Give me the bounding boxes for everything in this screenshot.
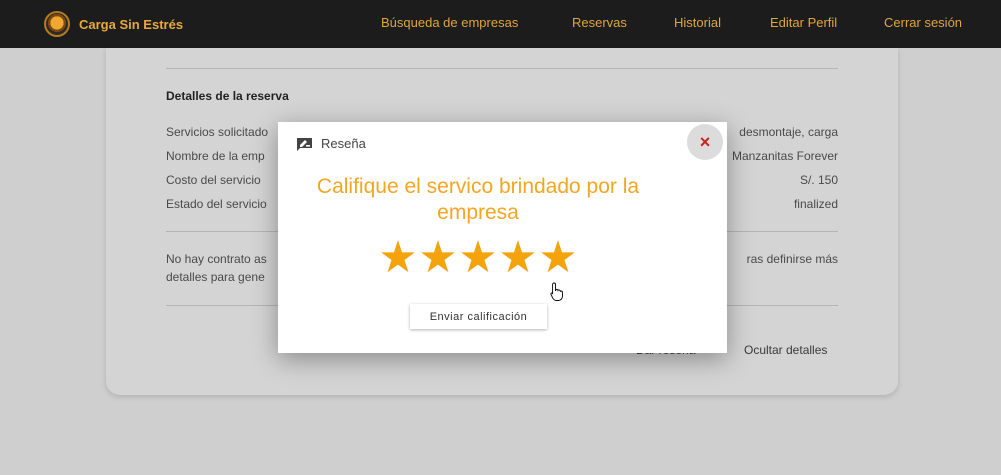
detail-value-costo: S/. 150 bbox=[799, 173, 838, 187]
hand-cursor-icon bbox=[550, 282, 563, 301]
section-title: Detalles de la reserva bbox=[166, 89, 289, 103]
star-rating[interactable]: ★ ★ ★ ★ ★ bbox=[378, 236, 578, 280]
nav-link-reservas[interactable]: Reservas bbox=[572, 15, 627, 30]
detail-label-costo: Costo del servicio bbox=[166, 173, 261, 187]
detail-label-empresa: Nombre de la emp bbox=[166, 149, 265, 163]
star-icon-2[interactable]: ★ bbox=[418, 236, 458, 280]
nav-link-busqueda[interactable]: Búsqueda de empresas bbox=[381, 15, 518, 30]
contract-note-line2: detalles para gene bbox=[166, 270, 265, 284]
star-icon-1[interactable]: ★ bbox=[378, 236, 418, 280]
contract-note-start: No hay contrato as bbox=[166, 252, 267, 266]
contract-note-end: ras definirse más bbox=[746, 252, 838, 266]
nav-link-editar-perfil[interactable]: Editar Perfil bbox=[770, 15, 837, 30]
brand-name: Carga Sin Estrés bbox=[79, 16, 184, 32]
nav-link-historial[interactable]: Historial bbox=[674, 15, 721, 30]
star-icon-3[interactable]: ★ bbox=[458, 236, 498, 280]
detail-value-servicios: desmontaje, carga bbox=[739, 125, 838, 139]
close-icon: × bbox=[699, 131, 711, 152]
star-icon-4[interactable]: ★ bbox=[498, 236, 538, 280]
modal-title: Reseña bbox=[321, 136, 366, 151]
submit-rating-button[interactable]: Enviar calificación bbox=[410, 304, 547, 329]
hide-details-button[interactable]: Ocultar detalles bbox=[744, 343, 827, 357]
review-modal: Reseña × Califique el servico brindado p… bbox=[278, 122, 727, 353]
rate-review-icon bbox=[297, 137, 312, 151]
star-icon-5[interactable]: ★ bbox=[538, 236, 578, 280]
detail-label-estado: Estado del servicio bbox=[166, 197, 267, 211]
detail-label-servicios: Servicios solicitado bbox=[166, 125, 269, 139]
nav-link-cerrar-sesion[interactable]: Cerrar sesión bbox=[884, 15, 962, 30]
logo-icon bbox=[44, 11, 70, 37]
top-navbar: Carga Sin Estrés Búsqueda de empresas Re… bbox=[0, 0, 1001, 48]
detail-value-estado: finalized bbox=[793, 197, 838, 211]
rating-question: Califique el servico brindado por la emp… bbox=[316, 175, 640, 224]
brand[interactable]: Carga Sin Estrés bbox=[44, 11, 183, 37]
detail-value-empresa: Manzanitas Forever bbox=[731, 149, 838, 163]
modal-header: Reseña bbox=[296, 136, 366, 151]
divider bbox=[166, 68, 838, 69]
close-button[interactable]: × bbox=[687, 124, 723, 160]
